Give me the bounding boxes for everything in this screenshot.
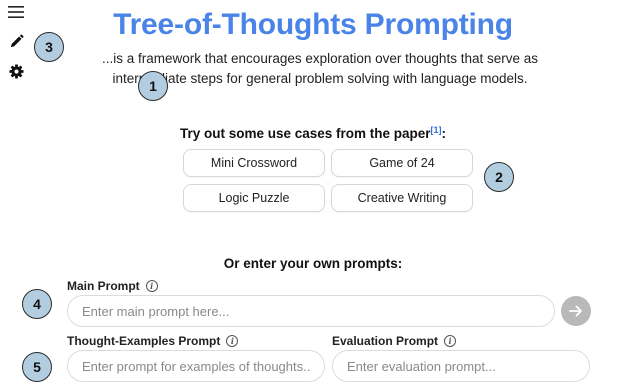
info-icon[interactable]: i <box>145 280 158 292</box>
use-cases-heading: Try out some use cases from the paper[1]… <box>0 125 626 141</box>
main-prompt-label-text: Main Prompt <box>67 279 140 293</box>
arrow-right-icon <box>569 305 582 317</box>
game-of-24-button[interactable]: Game of 24 <box>331 149 473 177</box>
annotation-marker-2: 2 <box>484 162 514 192</box>
use-cases-heading-suffix: : <box>441 126 447 141</box>
use-cases-heading-text: Try out some use cases from the paper <box>179 126 431 141</box>
evaluation-prompt-label-text: Evaluation Prompt <box>332 334 439 348</box>
settings-button[interactable] <box>7 62 25 80</box>
annotation-marker-5: 5 <box>22 352 52 382</box>
reference-link[interactable]: [1] <box>431 125 442 135</box>
mini-crossword-button[interactable]: Mini Crossword <box>183 149 325 177</box>
main-prompt-label: Main Prompt i <box>67 279 158 293</box>
thought-examples-label-text: Thought-Examples Prompt <box>67 334 221 348</box>
submit-button[interactable] <box>561 296 591 326</box>
logic-puzzle-button[interactable]: Logic Puzzle <box>183 184 325 212</box>
evaluation-prompt-input[interactable] <box>332 350 590 382</box>
page-title: Tree-of-Thoughts Prompting <box>113 8 513 41</box>
annotation-marker-1: 1 <box>138 71 168 101</box>
thought-examples-input[interactable] <box>67 350 325 382</box>
thought-examples-label: Thought-Examples Prompt i <box>67 334 239 348</box>
annotation-marker-3: 3 <box>34 32 64 62</box>
info-icon[interactable]: i <box>444 335 457 347</box>
evaluation-prompt-label: Evaluation Prompt i <box>332 334 457 348</box>
custom-prompts-heading: Or enter your own prompts: <box>223 256 403 271</box>
annotation-marker-4: 4 <box>22 289 52 319</box>
gear-icon <box>8 63 24 79</box>
info-icon[interactable]: i <box>226 335 239 347</box>
creative-writing-button[interactable]: Creative Writing <box>331 184 473 212</box>
main-prompt-input[interactable] <box>67 295 555 327</box>
